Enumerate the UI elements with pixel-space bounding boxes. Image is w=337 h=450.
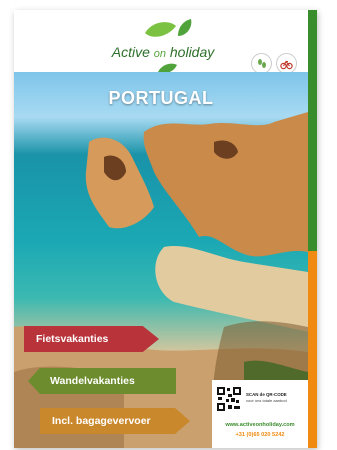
- qr-scan-subtitle: voor ons totale aanbod: [246, 398, 287, 403]
- brand-color-stripe: [308, 10, 317, 448]
- brand-logo: Active on holiday: [98, 18, 228, 78]
- cycling-icon: [280, 60, 293, 69]
- brand-word-3: holiday: [169, 44, 215, 60]
- website-link[interactable]: www.activeonholiday.com: [212, 422, 308, 428]
- contact-box: SCAN de QR-CODE voor ons totale aanbod w…: [212, 380, 308, 448]
- signpost-luggage: Incl. bagagevervoer: [40, 408, 190, 434]
- brochure-cover: Active on holiday PORTUGAL Fietsvakantie…: [14, 10, 317, 448]
- cycling-badge: [276, 53, 297, 74]
- signpost-walking: Wandelvakanties: [28, 368, 176, 394]
- brand-word-1: Active: [111, 44, 150, 60]
- signpost-cycling: Fietsvakanties: [24, 326, 159, 352]
- brand-word-2: on: [153, 48, 166, 60]
- activity-badges: [251, 53, 297, 74]
- brand-name: Active on holiday: [98, 44, 228, 60]
- qr-code-icon: [216, 386, 242, 412]
- walking-badge: [251, 53, 272, 74]
- phone-number[interactable]: +31 (0)65 020 5242: [212, 432, 308, 438]
- qr-scan-title: SCAN de QR-CODE: [246, 392, 287, 397]
- walking-icon: [257, 58, 266, 68]
- destination-title: PORTUGAL: [108, 88, 214, 108]
